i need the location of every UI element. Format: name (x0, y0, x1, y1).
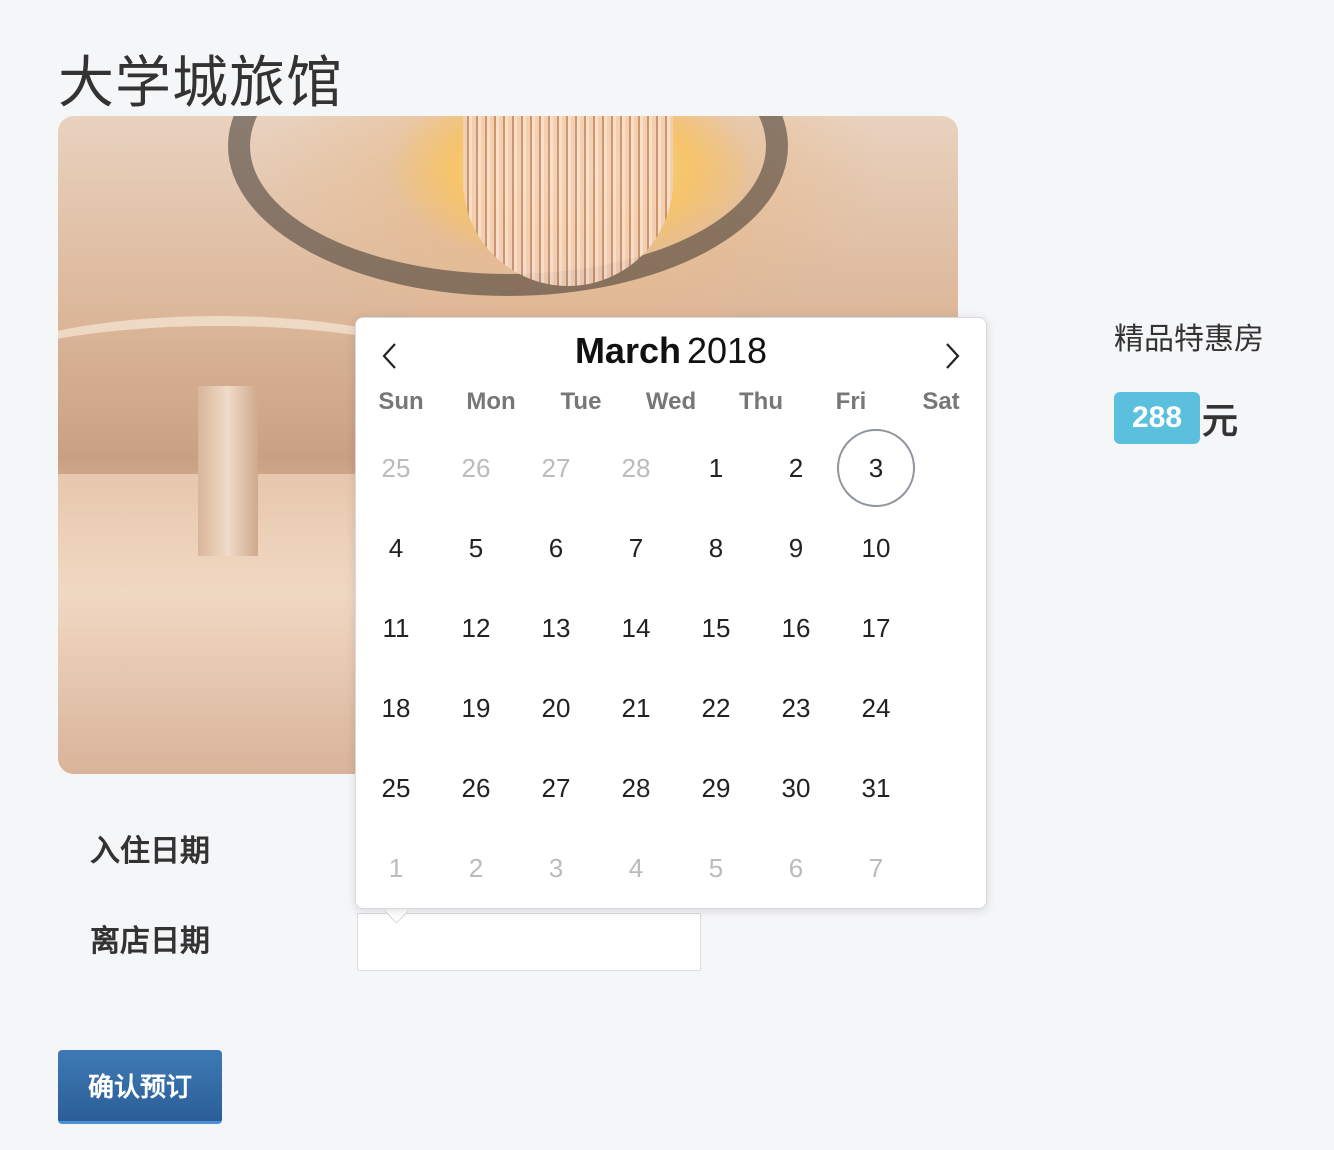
calendar-day-today[interactable]: 3 (837, 429, 915, 507)
price-badge: 288 (1114, 392, 1200, 444)
calendar-day[interactable]: 2 (436, 828, 516, 908)
calendar-day[interactable]: 9 (756, 508, 836, 588)
calendar-day[interactable]: 26 (436, 748, 516, 828)
calendar-day[interactable]: 2 (756, 428, 836, 508)
calendar-day[interactable]: 12 (436, 588, 516, 668)
calendar-day[interactable]: 8 (676, 508, 756, 588)
calendar-day[interactable]: 22 (676, 668, 756, 748)
weekday-header: Tue (560, 388, 602, 415)
calendar-day[interactable]: 4 (596, 828, 676, 908)
calendar-day[interactable]: 1 (676, 428, 756, 508)
calendar-day[interactable]: 16 (756, 588, 836, 668)
calendar-day[interactable]: 6 (756, 828, 836, 908)
weekday-header: Sat (922, 388, 960, 415)
hotel-title: 大学城旅馆 (58, 50, 343, 116)
calendar-day[interactable]: 21 (596, 668, 676, 748)
weekday-header: Sun (378, 388, 424, 415)
calendar-day[interactable]: 5 (436, 508, 516, 588)
weekday-header: Wed (645, 388, 697, 415)
room-price: 288 元 (1114, 392, 1238, 444)
calendar-day[interactable]: 20 (516, 668, 596, 748)
calendar-day[interactable]: 13 (516, 588, 596, 668)
weekday-header: Fri (835, 388, 867, 415)
calendar-day[interactable]: 15 (676, 588, 756, 668)
calendar-day[interactable]: 18 (356, 668, 436, 748)
price-unit: 元 (1202, 401, 1239, 442)
calendar-day[interactable]: 4 (356, 508, 436, 588)
weekday-header: Mon (466, 388, 516, 415)
datepicker-title: March 2018 (356, 330, 986, 372)
calendar-day[interactable]: 26 (436, 428, 516, 508)
datepicker-days: 25 26 27 28 1 2 3 4 5 6 7 8 9 10 11 12 13 14 15 16 17 18 19 20 2… (356, 428, 916, 908)
datepicker-weekdays: Sun Mon Tue Wed Thu Fri Sat (356, 388, 988, 416)
calendar-day[interactable]: 5 (676, 828, 756, 908)
calendar-day[interactable]: 29 (676, 748, 756, 828)
lobby-pillar (198, 386, 258, 556)
calendar-day[interactable]: 25 (356, 428, 436, 508)
calendar-day[interactable]: 23 (756, 668, 836, 748)
calendar-day[interactable]: 6 (516, 508, 596, 588)
confirm-booking-button[interactable]: 确认预订 (58, 1050, 222, 1124)
calendar-day[interactable]: 7 (596, 508, 676, 588)
calendar-day[interactable]: 28 (596, 428, 676, 508)
datepicker-month: March (574, 330, 681, 371)
chevron-right-icon (946, 343, 960, 369)
calendar-day[interactable]: 24 (836, 668, 916, 748)
calendar-day[interactable]: 1 (356, 828, 436, 908)
checkout-label: 离店日期 (90, 924, 210, 959)
room-name: 精品特惠房 (1114, 322, 1264, 357)
calendar-day[interactable]: 17 (836, 588, 916, 668)
weekday-header: Thu (739, 388, 783, 415)
calendar-day[interactable]: 11 (356, 588, 436, 668)
calendar-day[interactable]: 19 (436, 668, 516, 748)
datepicker: March 2018 Sun Mon Tue Wed Thu Fri Sat 25 26 27 28… (355, 317, 987, 909)
calendar-day[interactable]: 27 (516, 428, 596, 508)
calendar-day[interactable]: 28 (596, 748, 676, 828)
checkout-date-input[interactable] (357, 913, 701, 971)
calendar-day[interactable]: 14 (596, 588, 676, 668)
calendar-day[interactable]: 27 (516, 748, 596, 828)
next-month-button[interactable] (932, 336, 972, 376)
calendar-day[interactable]: 3 (516, 828, 596, 908)
checkin-label: 入住日期 (90, 834, 210, 869)
datepicker-year: 2018 (686, 330, 768, 371)
calendar-day[interactable]: 10 (836, 508, 916, 588)
calendar-day[interactable]: 31 (836, 748, 916, 828)
calendar-day[interactable]: 30 (756, 748, 836, 828)
calendar-day[interactable]: 7 (836, 828, 916, 908)
calendar-day[interactable]: 25 (356, 748, 436, 828)
